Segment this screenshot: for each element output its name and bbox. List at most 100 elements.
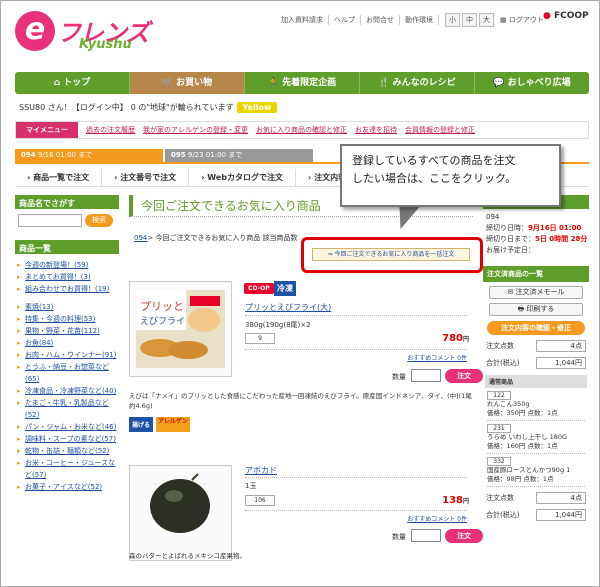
tab-catalog-order[interactable]: › Webカタログで注文	[189, 169, 296, 186]
product-image[interactable]	[129, 465, 232, 561]
quantity-input[interactable]	[411, 529, 441, 542]
category-link[interactable]: お肉・ハム・ウインナー(91)	[15, 349, 119, 361]
member-badge: Yellow	[236, 102, 278, 113]
order-total-value: 1,044円	[536, 509, 586, 521]
product-code: 9	[245, 333, 275, 344]
search-box: 検索	[15, 209, 119, 232]
quantity-label: 数量	[392, 373, 406, 381]
logout-label: ログアウト	[508, 16, 544, 24]
bulk-order-label: 今回ご注文できるお気に入り商品を一括注文	[334, 251, 455, 258]
product-image[interactable]: プリッと えびフライ	[129, 281, 232, 377]
search-button[interactable]: 検索	[85, 214, 113, 227]
cart-item-name[interactable]: 国産豚ロースとんかつ90g 1	[487, 466, 570, 474]
font-large-button[interactable]: 大	[479, 13, 494, 27]
font-small-button[interactable]: 小	[445, 13, 460, 27]
nav-recipe-label: みんなのレシピ	[392, 78, 456, 88]
order-count-value: 4点	[536, 492, 586, 504]
product-card: アボカド 1玉 106 138円 おすすめコメント 0件 数量 注文 森のバター…	[129, 465, 483, 575]
remaining-label: 締切り日まで：	[486, 235, 535, 243]
order-tab-094[interactable]: 094 9/16 01:00 まで	[15, 149, 163, 162]
logo-e-icon: e	[15, 11, 55, 51]
category-link[interactable]: 調味料・スープの素など(57)	[15, 433, 119, 445]
special-link-bulk[interactable]: まとめてお買得！(3)	[15, 271, 119, 283]
divider	[245, 315, 467, 316]
font-medium-button[interactable]: 中	[462, 13, 477, 27]
product-description: えびは「ナメイ」のプリッとした食感にこだわった産地一回凍結のえびフライ。原産国イ…	[129, 392, 472, 410]
order-total-label: 合計(税込)	[486, 359, 520, 367]
link-contact[interactable]: お問合せ	[361, 15, 400, 25]
category-link[interactable]: パン・ジャム・お米など(46)	[15, 421, 119, 433]
allergen-tag: アレルゲン	[156, 417, 191, 432]
mymenu-link-allergen[interactable]: 我が家のアレルゲンの登録・変更	[143, 125, 248, 135]
fcoop-label: FCOOP	[554, 11, 589, 21]
logout-link[interactable]: ▦ ログアウト	[500, 15, 544, 25]
order-button[interactable]: 注文	[445, 369, 483, 383]
order-count-label: 注文点数	[486, 342, 514, 350]
cooking-tag: 揚げる	[129, 417, 154, 432]
nav-limited-label: 先着限定企画	[282, 78, 337, 88]
efriends-logo[interactable]: e フレンズ Kyushu	[15, 9, 165, 59]
product-name-link[interactable]: プリッとえびフライ(大)	[245, 302, 331, 313]
tab-catalog-order-label: Webカタログで注文	[207, 173, 283, 182]
fcoop-mark-icon: ●	[543, 11, 551, 21]
recommend-comment-link[interactable]: おすすめコメント 0件	[407, 353, 467, 362]
main-nav: ⌂ トップ 🛒 お買い物 🏃 先着限定企画 🍴 みんなのレシピ 💬 おしゃべり広…	[15, 72, 589, 94]
link-environment[interactable]: 動作環境	[400, 15, 439, 25]
nav-shopping[interactable]: 🛒 お買い物	[130, 72, 245, 94]
breadcrumb-home-link[interactable]: 094	[134, 234, 147, 242]
order-button[interactable]: 注文	[445, 529, 483, 543]
points-text: 0 の"地球"が輪られています	[130, 103, 234, 112]
breadcrumb-text: > 今回ご注文できるお気に入り商品 該当商品数	[147, 234, 298, 242]
mymenu-link-invite[interactable]: お友達を招待	[355, 125, 397, 135]
tab-number-order-label: 注文番号で注文	[120, 173, 177, 182]
frozen-badge: 冷凍	[274, 281, 296, 296]
print-button[interactable]: 🖶 印刷する	[489, 303, 583, 316]
search-input[interactable]	[18, 214, 82, 227]
nav-top[interactable]: ⌂ トップ	[15, 72, 130, 94]
order-memo-button[interactable]: ✉ 注文済メモール	[489, 286, 583, 299]
category-link[interactable]: 乾物・缶詰・麺類など(52)	[15, 445, 119, 457]
category-link[interactable]: お米・コーヒー・ジュースなど(57)	[15, 457, 119, 481]
category-link[interactable]: 素焼(13)	[15, 301, 119, 313]
product-spec: 380g(190g(8尾)×2	[245, 321, 311, 329]
category-link[interactable]: 特集・今週の料理(53)	[15, 313, 119, 325]
special-link-combo[interactable]: 組み合わせでお買得！(19)	[15, 283, 119, 295]
link-request-material[interactable]: 加入資料請求	[276, 15, 329, 25]
order-count-row: 注文点数 4点	[483, 492, 589, 504]
confirm-order-button[interactable]: 注文内容の確認・修正	[487, 321, 585, 335]
tab-list-order[interactable]: › 商品一覧で注文	[15, 169, 103, 186]
recommend-comment-link[interactable]: おすすめコメント 0件	[407, 514, 467, 523]
nav-recipe[interactable]: 🍴 みんなのレシピ	[360, 72, 475, 94]
product-name-link[interactable]: アボカド	[245, 465, 277, 476]
remaining-row: 締切り日まで：5日 0時間 28分	[483, 234, 589, 245]
category-link[interactable]: お菓子・アイスなど(52)	[15, 481, 119, 493]
category-link[interactable]: たまご・牛乳・乳製品など(52)	[15, 397, 119, 421]
mymenu-link-history[interactable]: 過去の注文履歴	[86, 125, 135, 135]
bulk-order-button[interactable]: ⇒ 今回ご注文できるお気に入り商品を一括注文	[312, 248, 470, 261]
nav-limited[interactable]: 🏃 先着限定企画	[245, 72, 360, 94]
mymenu-link-favorites[interactable]: お気に入り商品の確認と修正	[256, 125, 347, 135]
category-link[interactable]: お魚(84)	[15, 337, 119, 349]
category-link[interactable]: 冷凍食品・冷凍野菜など(40)	[15, 385, 119, 397]
right-sidebar: 094 締切り日時：9月16日 01:00 締切り日まで：5日 0時間 28分 …	[483, 195, 589, 521]
delivery-date: お届け予定日：	[486, 246, 535, 254]
price-unit: 円	[462, 498, 469, 505]
cart-item-name[interactable]: れんこん350g	[487, 400, 530, 408]
instruction-callout: 登録しているすべての商品を注文 したい場合は、ここをクリック。	[340, 144, 561, 207]
quantity-label: 数量	[392, 533, 406, 541]
order-tab-095[interactable]: 095 9/23 01:00 まで	[165, 149, 313, 162]
fcoop-logo[interactable]: ● FCOOP	[543, 11, 589, 21]
link-help[interactable]: ヘルプ	[329, 15, 361, 25]
cart-item-code: 122	[487, 391, 511, 400]
comment-label: おすすめコメント	[407, 355, 456, 362]
tab-number-order[interactable]: › 注文番号で注文	[102, 169, 190, 186]
category-link[interactable]: とうふ・納豆・お惣菜など(65)	[15, 361, 119, 385]
quantity-input[interactable]	[411, 369, 441, 382]
special-list: 今週の新登場！(59) まとめてお買得！(3) 組み合わせでお買得！(19)	[15, 259, 119, 295]
cart-item-name[interactable]: うらめ いわし上干し 180G	[487, 433, 567, 441]
mymenu-link-member[interactable]: 会員情報の登録と修正	[405, 125, 475, 135]
special-link-new[interactable]: 今週の新登場！(59)	[15, 259, 119, 271]
comment-count: 0件	[457, 355, 467, 362]
nav-chat[interactable]: 💬 おしゃべり広場	[475, 72, 589, 94]
category-link[interactable]: 果物・野菜・花苗(112)	[15, 325, 119, 337]
